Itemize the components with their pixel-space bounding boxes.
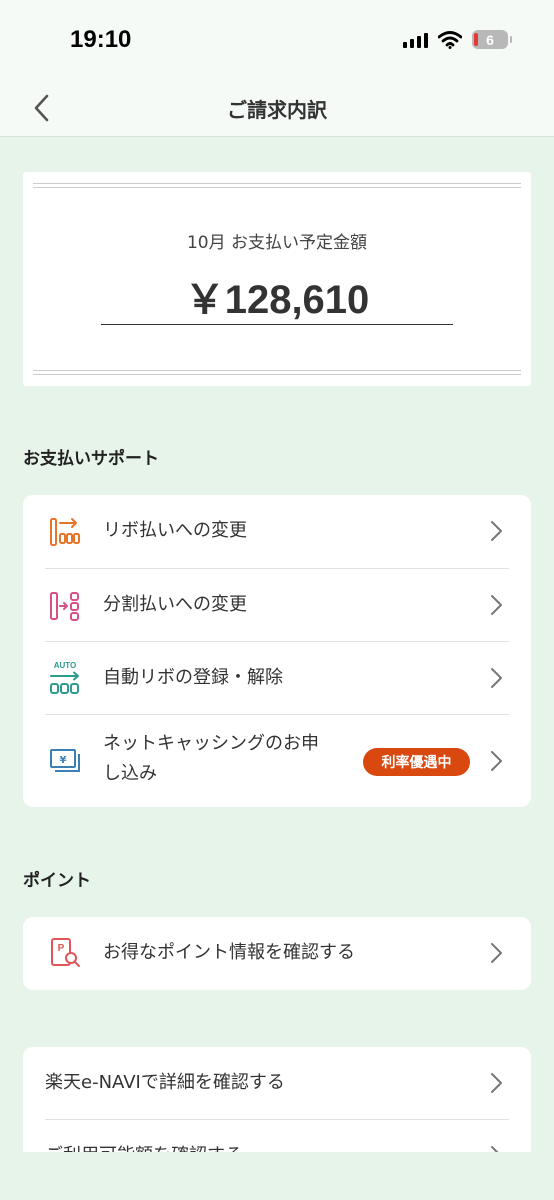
- menu-item-label-line1: ネットキャッシングのお申: [103, 733, 319, 754]
- svg-text:P: P: [58, 943, 65, 954]
- rate-preferential-badge: 利率優遇中: [363, 748, 470, 776]
- support-menu-card: リボ払いへの変更 分割払いへの変更 AUTO 自動リボの登録・解除 ¥ ネットキ…: [23, 495, 531, 807]
- section-title-points: ポイント: [23, 871, 91, 891]
- auto-icon-text: AUTO: [54, 661, 77, 670]
- status-bar: 19:10 6: [0, 0, 554, 80]
- menu-item-enavi[interactable]: 楽天e-NAVIで詳細を確認する: [23, 1047, 531, 1119]
- signal-bars-icon: [403, 32, 428, 48]
- chevron-right-icon: [489, 1072, 503, 1094]
- svg-text:¥: ¥: [60, 755, 67, 766]
- menu-item-label-line2: し込み: [103, 763, 157, 784]
- chevron-right-icon: [489, 667, 503, 689]
- divider: [33, 370, 521, 375]
- menu-item-label: 楽天e-NAVIで詳細を確認する: [45, 1072, 285, 1093]
- menu-item-installment[interactable]: 分割払いへの変更: [23, 569, 531, 642]
- battery-icon: 6: [472, 30, 512, 49]
- menu-item-auto-revolving[interactable]: AUTO 自動リボの登録・解除: [23, 642, 531, 715]
- divider: [33, 183, 521, 188]
- menu-item-label: お得なポイント情報を確認する: [103, 942, 355, 963]
- menu-item-label: 自動リボの登録・解除: [103, 667, 283, 688]
- auto-revolving-icon: AUTO: [48, 660, 82, 698]
- bottom-fade: [0, 1152, 554, 1200]
- menu-item-label: 分割払いへの変更: [103, 594, 247, 615]
- menu-item-label: リボ払いへの変更: [103, 520, 247, 541]
- chevron-right-icon: [489, 942, 503, 964]
- payment-amount-card: 10月 お支払い予定金額 ￥128,610: [23, 172, 531, 386]
- page-title: ご請求内訳: [227, 98, 327, 122]
- chevron-right-icon: [489, 750, 503, 772]
- chevron-right-icon: [489, 594, 503, 616]
- nav-bar: ご請求内訳: [0, 80, 554, 137]
- revolving-payment-icon: [48, 515, 82, 549]
- menu-item-label: ネットキャッシングのお申 し込み: [103, 729, 319, 789]
- menu-item-point-info[interactable]: P お得なポイント情報を確認する: [23, 917, 531, 990]
- menu-item-revolving[interactable]: リボ払いへの変更: [23, 495, 531, 568]
- chevron-right-icon: [489, 520, 503, 542]
- battery-level: 6: [486, 31, 494, 48]
- wifi-icon: [438, 30, 462, 49]
- points-menu-card: P お得なポイント情報を確認する: [23, 917, 531, 990]
- amount-value: ￥128,610: [184, 278, 370, 322]
- section-title-support: お支払いサポート: [23, 449, 159, 469]
- status-icons: 6: [403, 30, 512, 49]
- installment-payment-icon: [48, 589, 82, 623]
- status-time: 19:10: [70, 26, 132, 53]
- cash-advance-icon: ¥: [48, 744, 82, 778]
- amount-label: 10月 お支払い予定金額: [186, 233, 368, 253]
- point-search-icon: P: [48, 936, 82, 970]
- menu-item-net-cashing[interactable]: ¥ ネットキャッシングのお申 し込み 利率優遇中: [23, 715, 531, 807]
- amount-underline: [101, 324, 453, 325]
